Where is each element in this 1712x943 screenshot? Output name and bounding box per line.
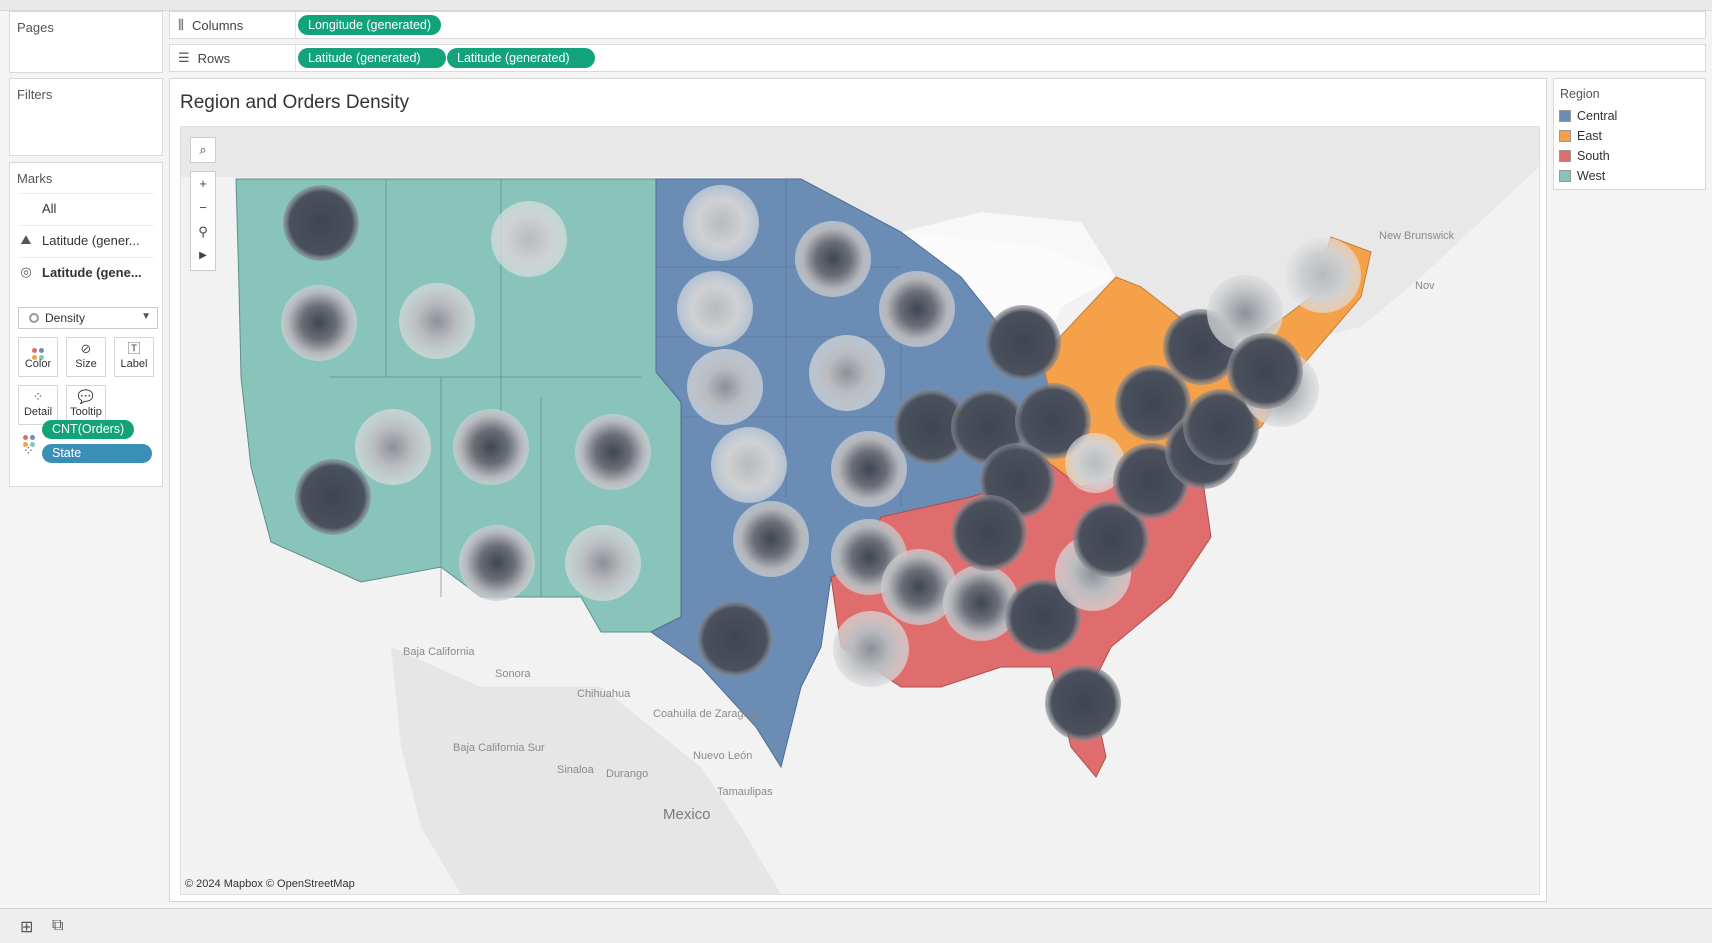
legend-item-east[interactable]: East [1559,127,1602,145]
pages-panel: Pages [9,11,163,73]
map-label-nuevo-leon: Nuevo León [693,750,752,762]
state-pill[interactable]: State [42,444,152,463]
detail-icon: ⁘ [32,389,44,404]
tooltip-button[interactable]: 💬 Tooltip [66,385,106,425]
map-layer-icon: ⛰ [20,232,32,247]
map-canvas: New Brunswick Nov Baja California Sonora… [181,127,1539,894]
legend-label: West [1577,169,1606,183]
latitude-pill-1[interactable]: Latitude (generated) [298,48,446,68]
size-button-label: Size [75,358,97,370]
marks-all-card[interactable]: All [18,193,154,222]
cnt-orders-pill[interactable]: CNT(Orders) [42,420,135,439]
map-attribution: © 2024 Mapbox © OpenStreetMap [185,878,355,890]
columns-label: Columns [191,17,244,33]
detail-field-icon: ⁘ [23,443,34,458]
new-worksheet-icon[interactable]: ⊞ [20,917,33,937]
play-icon[interactable]: ▶ [191,244,215,268]
label-icon: 🅃 [127,341,141,356]
rows-shelf: ☰ Rows Latitude (generated) Latitude (gen… [169,44,1706,72]
viz-title: Region and Orders Density [180,92,410,113]
size-icon: ⊘ [80,341,92,356]
marks-layer-2[interactable]: ◎ Latitude (gene... [18,257,154,286]
density-ring-icon: ◎ [20,264,32,279]
rows-label: Rows [197,50,231,66]
map-label-baja-sur: Baja California Sur [453,742,545,754]
pin-icon[interactable]: ⚲ [191,220,215,244]
sheet-tab-bar: ⊞ ⧉ [0,908,1712,943]
chevron-down-icon: ▼ [141,311,151,322]
map-label-durango: Durango [606,768,648,780]
map-label-nov: Nov [1415,280,1435,292]
density-icon [29,313,39,323]
filters-panel: Filters [9,78,163,156]
map-view[interactable]: New Brunswick Nov Baja California Sonora… [180,126,1540,895]
legend-item-south[interactable]: South [1559,147,1610,165]
rows-drop-area[interactable]: Latitude (generated) Latitude (generated… [295,45,1705,71]
marks-all-label: All [42,200,57,216]
mark-type-value: Density [45,311,86,325]
legend-title: Region [1560,87,1600,101]
map-label-new: New Brunswick [1379,230,1455,242]
legend-swatch [1559,170,1571,182]
map-label-tamaulipas: Tamaulipas [717,786,773,798]
legend-label: East [1577,129,1603,143]
legend-item-west[interactable]: West [1559,167,1605,185]
tooltip-icon: 💬 [77,389,95,404]
color-button[interactable]: Color [18,337,58,377]
zoom-in-icon[interactable]: + [191,172,215,196]
legend-item-central[interactable]: Central [1559,107,1617,125]
size-button[interactable]: ⊘ Size [66,337,106,377]
marks-layer-1-label: Latitude (gener... [42,232,140,248]
legend-label: Central [1577,109,1618,123]
map-label-mexico: Mexico [663,806,711,823]
columns-icon: ⫼ [178,17,184,32]
pages-title: Pages [17,20,54,35]
new-dashboard-icon[interactable]: ⧉ [52,917,63,935]
legend-swatch [1559,110,1571,122]
filters-title: Filters [17,87,53,102]
top-strip [0,0,1712,11]
columns-shelf: ⫼ Columns Longitude (generated) [169,11,1706,39]
map-label-sinaloa: Sinaloa [557,764,595,776]
marks-panel: Marks All ⛰ Latitude (gener... ◎ Latitud… [9,162,163,487]
map-label-chihuahua: Chihuahua [577,688,631,700]
latitude-pill-2[interactable]: Latitude (generated) [447,48,595,68]
color-button-label: Color [24,358,52,370]
columns-drop-area[interactable]: Longitude (generated) [295,12,1705,38]
detail-button-label: Detail [23,406,53,418]
map-label-coahuila: Coahuila de Zaragoza [653,708,762,720]
tooltip-button-label: Tooltip [70,406,102,418]
marks-title: Marks [17,171,53,186]
legend-label: South [1577,149,1610,163]
marks-layer-1[interactable]: ⛰ Latitude (gener... [18,225,154,254]
marks-layer-2-label: Latitude (gene... [42,264,142,280]
label-button[interactable]: 🅃 Label [114,337,154,377]
detail-button[interactable]: ⁘ Detail [18,385,58,425]
color-icon [19,338,57,360]
label-button-label: Label [120,358,148,370]
map-label-baja: Baja California [403,646,475,658]
legend-swatch [1559,150,1571,162]
map-label-sonora: Sonora [495,668,531,680]
region-legend: Region Central East South West [1553,78,1706,190]
zoom-out-icon[interactable]: − [191,196,215,220]
viz-worksheet: Region and Orders Density New Brunswick … [169,78,1547,902]
rows-icon: ☰ [178,50,190,65]
map-zoom-controls: + − ⚲ ▶ [190,171,216,271]
search-icon[interactable]: ⌕ [191,138,215,162]
mark-type-dropdown[interactable]: Density ▼ [18,307,158,329]
longitude-pill[interactable]: Longitude (generated) [298,15,442,35]
legend-swatch [1559,130,1571,142]
map-search-control[interactable]: ⌕ [190,137,216,163]
